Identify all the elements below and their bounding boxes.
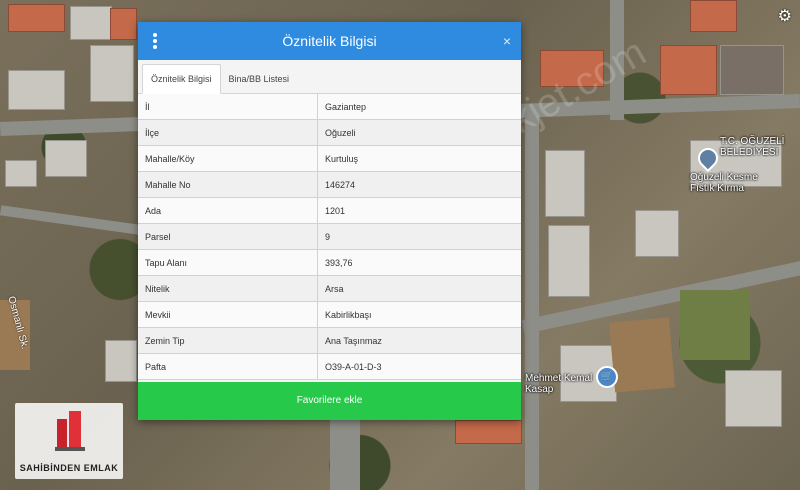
logo-text: SAHİBİNDEN EMLAK [19, 463, 119, 473]
map-label-shop[interactable]: Mehmet Kemal Kasap [525, 373, 595, 395]
map-building [455, 420, 522, 444]
table-row: Mahalle/Köy Kurtuluş [138, 145, 521, 172]
map-building [660, 45, 717, 95]
attribute-value: Oğuzeli [317, 119, 521, 146]
map-building [548, 225, 590, 297]
table-row: Ada 1201 [138, 197, 521, 224]
map-label-municipality[interactable]: T.C. OĞUZELİ BELEDİYESİ [720, 136, 800, 158]
shop-pin-icon[interactable]: 🛒 [596, 366, 618, 388]
attribute-key: Nitelik [138, 275, 318, 302]
map-building [90, 45, 134, 102]
attribute-value: Kabirlikbaşı [317, 301, 521, 328]
dialog-title: Öznitelik Bilgisi [282, 33, 377, 49]
table-row: Tapu Alanı 393,76 [138, 249, 521, 276]
attribute-value: Kurtuluş [317, 145, 521, 172]
table-row: Parsel 9 [138, 223, 521, 250]
attribute-table: İl Gaziantep İlçe Oğuzeli Mahalle/Köy Kurtulu… [138, 94, 521, 380]
dialog-header: Öznitelik Bilgisi × [138, 22, 521, 60]
dialog-tabs: Öznitelik Bilgisi Bina/BB Listesi [138, 60, 521, 94]
map-label-poi[interactable]: Oğuzeli Kesme Fıstık Kırma [690, 172, 780, 194]
tab-building-list[interactable]: Bina/BB Listesi [221, 65, 298, 93]
table-row: İl Gaziantep [138, 94, 521, 120]
table-row: Mevkii Kabirlikbaşı [138, 301, 521, 328]
attribute-key: Mahalle No [138, 171, 318, 198]
table-row: Mahalle No 146274 [138, 171, 521, 198]
attribute-key: Ada [138, 197, 318, 224]
attribute-key: Zemin Tip [138, 327, 318, 354]
map-building [690, 0, 737, 32]
attribute-key: Mahalle/Köy [138, 145, 318, 172]
attribute-key: Pafta [138, 353, 318, 380]
map-building [70, 6, 112, 40]
attribute-value: O39-A-01-D-3 [317, 353, 521, 380]
attribute-value: Ana Taşınmaz [317, 327, 521, 354]
map-building [45, 140, 87, 177]
attribute-key: Mevkii [138, 301, 318, 328]
table-row: Nitelik Arsa [138, 275, 521, 302]
logo: SAHİBİNDEN EMLAK [15, 403, 123, 479]
map-building [105, 340, 137, 382]
map-field [680, 290, 750, 360]
attribute-key: Tapu Alanı [138, 249, 318, 276]
table-row: İlçe Oğuzeli [138, 119, 521, 146]
tab-attributes[interactable]: Öznitelik Bilgisi [142, 64, 221, 94]
map-building [5, 160, 37, 187]
add-to-favorites-button[interactable]: Favorilere ekle [138, 382, 521, 420]
gear-icon[interactable]: ⚙ [778, 6, 792, 26]
map-field [609, 317, 675, 393]
attribute-key: İl [138, 94, 318, 120]
close-icon[interactable]: × [503, 32, 511, 50]
map-building [8, 4, 65, 32]
map-road [330, 420, 360, 490]
map-building [545, 150, 585, 217]
map-building [725, 370, 782, 427]
table-row: Zemin Tip Ana Taşınmaz [138, 327, 521, 354]
attribute-value: 146274 [317, 171, 521, 198]
attribute-key: Parsel [138, 223, 318, 250]
map-building [635, 210, 679, 257]
map-road [525, 110, 539, 490]
attribute-value: 9 [317, 223, 521, 250]
map-building [720, 45, 784, 95]
logo-mark-icon [55, 411, 85, 451]
map-building [8, 70, 65, 110]
attribute-value: 393,76 [317, 249, 521, 276]
attribute-value: 1201 [317, 197, 521, 224]
map-building [110, 8, 137, 40]
map-road [0, 205, 141, 235]
table-row: Pafta O39-A-01-D-3 [138, 353, 521, 380]
attribute-dialog: Öznitelik Bilgisi × Öznitelik Bilgisi Bi… [138, 22, 521, 420]
attribute-value: Gaziantep [317, 94, 521, 120]
attribute-key: İlçe [138, 119, 318, 146]
more-menu-icon[interactable] [148, 33, 162, 49]
attribute-value: Arsa [317, 275, 521, 302]
